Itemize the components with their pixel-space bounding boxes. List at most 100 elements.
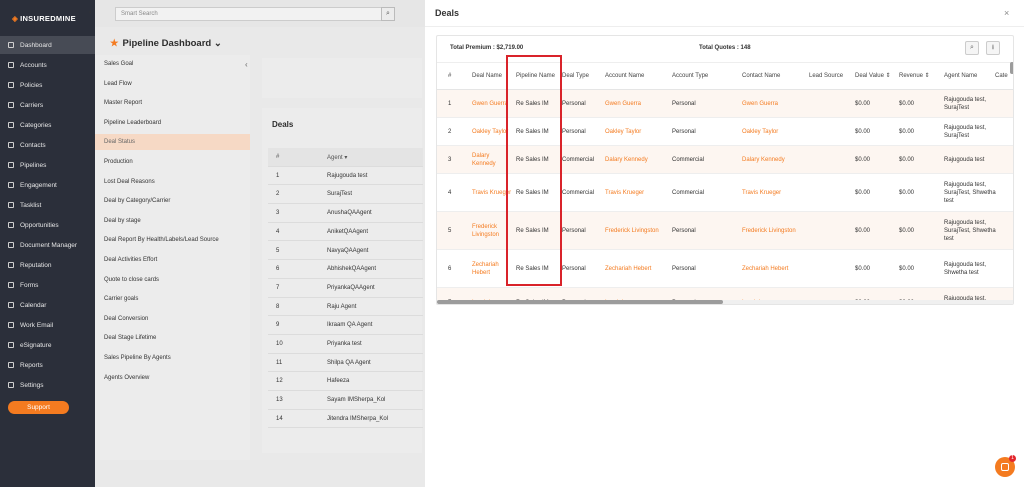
table-row[interactable]: 6 AbhishekQAAgent [268, 260, 423, 279]
nav-item-document-manager[interactable]: Document Manager [0, 236, 95, 254]
table-row[interactable]: 3 AnushaQAAgent [268, 204, 423, 223]
cell-contact[interactable]: Zechariah Hebert [742, 250, 808, 288]
nav-item-reports[interactable]: Reports [0, 356, 95, 374]
table-row[interactable]: 9 Ikraam QA Agent [268, 316, 423, 335]
table-row[interactable]: 2 Oakley Taylor Re Sales IM Personal Oakley … [437, 118, 1013, 146]
page-title[interactable]: ★ Pipeline Dashboard ⌄ [110, 38, 222, 49]
report-item[interactable]: Deal by Category/Carrier [95, 193, 250, 209]
nav-item-contacts[interactable]: Contacts [0, 136, 95, 154]
nav-item-policies[interactable]: Policies [0, 76, 95, 94]
table-row[interactable]: 3 Dalary Kennedy Re Sales IM Commercial Dala… [437, 146, 1013, 174]
collapse-sidebar-icon[interactable]: ‹ [89, 9, 91, 16]
nav-item-calendar[interactable]: Calendar [0, 296, 95, 314]
nav-item-work-email[interactable]: Work Email [0, 316, 95, 334]
nav-item-dashboard[interactable]: Dashboard [0, 36, 95, 54]
horizontal-scrollbar[interactable] [437, 300, 723, 304]
cell-deal-name[interactable]: Zechariah Hebert [472, 250, 512, 288]
chat-launcher[interactable]: 1 [995, 455, 1016, 477]
col-contact-name[interactable]: Contact Name [742, 63, 780, 91]
col-category[interactable]: Cate [995, 63, 1008, 91]
download-icon[interactable]: ⭳ [986, 41, 1000, 55]
report-item[interactable]: Deal Conversion [95, 311, 250, 327]
cell-account[interactable]: Oakley Taylor [605, 118, 671, 146]
cell-account[interactable]: Gwen Guerra [605, 90, 671, 118]
report-item[interactable]: Sales Pipeline By Agents [95, 350, 250, 366]
report-item[interactable]: Lost Deal Reasons [95, 174, 250, 190]
col-account-name[interactable]: Account Name [605, 63, 644, 91]
report-item[interactable]: Pipeline Leaderboard [95, 115, 250, 131]
col-lead-source[interactable]: Lead Source [809, 63, 843, 91]
nav-item-esignature[interactable]: eSignature [0, 336, 95, 354]
col-agent-name[interactable]: Agent Name [944, 63, 977, 91]
table-row[interactable]: 11 Shilpa QA Agent [268, 354, 423, 373]
table-row[interactable]: 8 Raju Agent [268, 298, 423, 317]
nav-item-reputation[interactable]: Reputation [0, 256, 95, 274]
support-button[interactable]: Support [8, 401, 69, 414]
report-item[interactable]: Deal Activities Effort [95, 252, 250, 268]
cell-deal-name[interactable]: Gwen Guerra [472, 90, 512, 118]
report-item[interactable]: Deal by stage [95, 213, 250, 229]
table-row[interactable]: 14 Jitendra IMSherpa_Kol [268, 410, 423, 429]
nav-item-label: Settings [20, 381, 44, 389]
table-row[interactable]: 4 Travis Krueger Re Sales IM Commercial Trav… [437, 174, 1013, 212]
cell-account[interactable]: Zechariah Hebert [605, 250, 671, 288]
cell-contact[interactable]: Dalary Kennedy [742, 146, 808, 174]
close-icon[interactable]: × [1004, 8, 1009, 18]
table-row[interactable]: 5 NavyaQAAgent [268, 242, 423, 261]
nav-item-categories[interactable]: Categories [0, 116, 95, 134]
report-item[interactable]: Sales Goal [95, 56, 250, 72]
report-item[interactable]: Deal Status [95, 134, 250, 151]
col-revenue[interactable]: Revenue ⇕ [899, 63, 930, 91]
col-agent[interactable]: Agent ▾ [327, 154, 347, 161]
table-row[interactable]: 1 Gwen Guerra Re Sales IM Personal Gwen Guer… [437, 90, 1013, 118]
nav-item-carriers[interactable]: Carriers [0, 96, 95, 114]
report-item[interactable]: Lead Flow [95, 76, 250, 92]
cell-contact[interactable]: Oakley Taylor [742, 118, 808, 146]
search-icon[interactable]: ⌕ [381, 7, 395, 21]
smart-search-input[interactable]: Smart Search [115, 7, 395, 21]
cell-account[interactable]: Frederick Livingston [605, 212, 671, 250]
table-row[interactable]: 1 Rajugouda test [268, 167, 423, 186]
col-account-type[interactable]: Account Type [672, 63, 708, 91]
cell-deal-name[interactable]: Travis Krueger [472, 174, 512, 212]
cell-account[interactable]: Travis Krueger [605, 174, 671, 212]
cell-account[interactable]: Dalary Kennedy [605, 146, 671, 174]
table-row[interactable]: 2 SurajTest [268, 185, 423, 205]
cell-deal-name[interactable]: Dalary Kennedy [472, 146, 512, 174]
cell-deal-name[interactable]: Frederick Livingston [472, 212, 512, 250]
col-deal-type[interactable]: Deal Type [562, 63, 589, 91]
cell-contact[interactable]: Frederick Livingston [742, 212, 808, 250]
report-item[interactable]: Master Report [95, 95, 250, 111]
col-deal-name[interactable]: Deal Name [472, 63, 502, 91]
table-row[interactable]: 12 Hafeeza [268, 372, 423, 392]
nav-item-tasklist[interactable]: Tasklist [0, 196, 95, 214]
nav-item-settings[interactable]: Settings [0, 376, 95, 394]
nav-item-engagement[interactable]: Engagement [0, 176, 95, 194]
report-item[interactable]: Agents Overview [95, 370, 250, 386]
cell-deal-name[interactable]: Oakley Taylor [472, 118, 512, 146]
chat-badge: 1 [1009, 455, 1016, 462]
table-row[interactable]: 6 Zechariah Hebert Re Sales IM Personal Zech… [437, 250, 1013, 288]
col-pipeline-name[interactable]: Pipeline Name [516, 63, 556, 91]
cell-num: 6 [448, 265, 452, 272]
cell-contact[interactable]: Gwen Guerra [742, 90, 808, 118]
nav-item-forms[interactable]: Forms [0, 276, 95, 294]
chevron-left-icon[interactable]: ‹ [245, 60, 248, 69]
search-icon[interactable]: ⌕ [965, 41, 979, 55]
vertical-scrollbar[interactable] [1010, 62, 1013, 74]
table-row[interactable]: 5 Frederick Livingston Re Sales IM Personal… [437, 212, 1013, 250]
report-item[interactable]: Carrier goals [95, 291, 250, 307]
cell-contact[interactable]: Travis Krueger [742, 174, 808, 212]
nav-item-accounts[interactable]: Accounts [0, 56, 95, 74]
col-deal-value[interactable]: Deal Value ⇕ [855, 63, 891, 91]
report-item[interactable]: Deal Report By Health/Labels/Lead Source [95, 232, 250, 248]
report-item[interactable]: Deal Stage Lifetime [95, 330, 250, 346]
nav-item-opportunities[interactable]: Opportunities [0, 216, 95, 234]
table-row[interactable]: 13 Sayam IMSherpa_Kol [268, 391, 423, 410]
table-row[interactable]: 10 Priyanka test [268, 335, 423, 354]
table-row[interactable]: 7 PriyankaQAAgent [268, 279, 423, 298]
table-row[interactable]: 4 AniketQAAgent [268, 223, 423, 242]
report-item[interactable]: Production [95, 154, 250, 170]
report-item[interactable]: Quote to close cards [95, 272, 250, 288]
nav-item-pipelines[interactable]: Pipelines [0, 156, 95, 174]
